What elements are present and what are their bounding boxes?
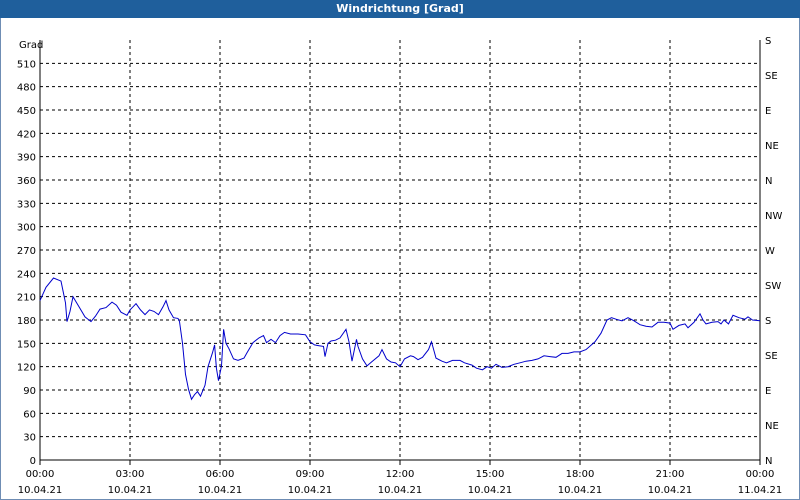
y-tick-label: 510 (17, 59, 36, 70)
x-tick-date: 11.04.21 (738, 485, 783, 496)
x-tick-date: 10.04.21 (558, 485, 603, 496)
y-tick-label: 240 (17, 269, 36, 280)
y-tick-label: 90 (23, 386, 36, 397)
x-tick-date: 10.04.21 (108, 485, 153, 496)
x-tick-date: 10.04.21 (288, 485, 333, 496)
y-tick-label: 270 (17, 246, 36, 257)
x-tick-time: 15:00 (476, 469, 505, 480)
x-tick-time: 06:00 (206, 469, 235, 480)
x-tick-date: 10.04.21 (198, 485, 243, 496)
right-axis-label: S (765, 316, 771, 327)
y-tick-label: 330 (17, 199, 36, 210)
right-axis-label: NW (765, 211, 782, 222)
x-tick-time: 12:00 (386, 469, 415, 480)
x-tick-time: 18:00 (566, 469, 595, 480)
y-axis-title: Grad (19, 40, 43, 51)
right-axis-label: E (765, 386, 771, 397)
right-axis-label: S (765, 36, 771, 47)
y-tick-label: 30 (23, 433, 36, 444)
right-axis-label: SE (765, 351, 778, 362)
right-axis-label: N (765, 456, 772, 467)
wind-direction-chart: Grad 0 30 60 90 120 150 180 210 240 270 300 330 360 3… (17, 36, 783, 496)
right-axis-label: E (765, 106, 771, 117)
right-axis-label: SW (765, 281, 781, 292)
x-tick-date: 10.04.21 (18, 485, 63, 496)
grid-lines (40, 40, 760, 460)
y-tick-label: 150 (17, 339, 36, 350)
y-tick-label: 180 (17, 316, 36, 327)
y-tick-label: 60 (23, 409, 36, 420)
right-axis-label: SE (765, 71, 778, 82)
right-axis-label: N (765, 176, 772, 187)
x-tick-time: 21:00 (656, 469, 685, 480)
x-tick-time: 03:00 (116, 469, 145, 480)
x-tick-time: 09:00 (296, 469, 325, 480)
y-tick-label: 0 (30, 456, 36, 467)
y-tick-label: 120 (17, 363, 36, 374)
y-tick-label: 390 (17, 153, 36, 164)
y-tick-label: 210 (17, 293, 36, 304)
right-axis-label: NE (765, 421, 779, 432)
y-tick-label: 360 (17, 176, 36, 187)
y-tick-label: 480 (17, 83, 36, 94)
x-tick-date: 10.04.21 (648, 485, 693, 496)
right-axis-label: NE (765, 141, 779, 152)
x-tick-time: 00:00 (746, 469, 775, 480)
right-axis-label: W (765, 246, 775, 257)
x-tick-date: 10.04.21 (468, 485, 513, 496)
y-tick-label: 300 (17, 223, 36, 234)
y-tick-label: 420 (17, 129, 36, 140)
x-tick-date: 10.04.21 (378, 485, 423, 496)
y-tick-label: 450 (17, 106, 36, 117)
x-tick-time: 00:00 (26, 469, 55, 480)
